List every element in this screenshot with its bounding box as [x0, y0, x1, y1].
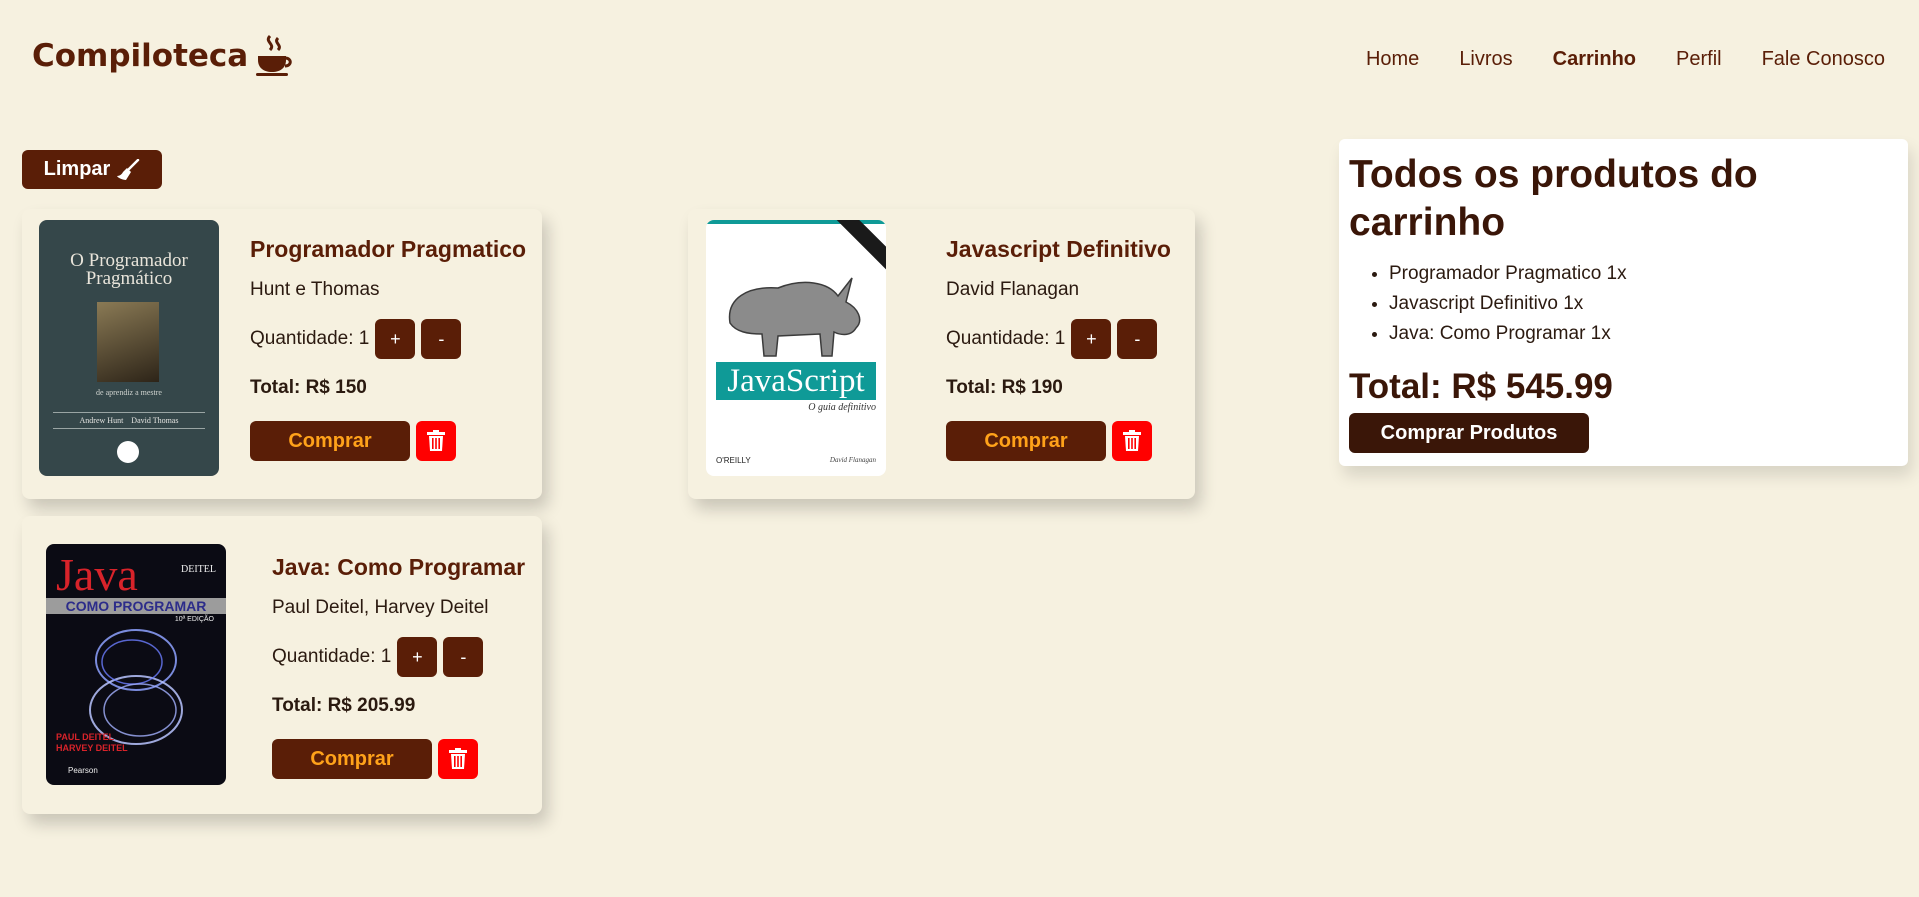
quantity-row: Quantidade: 1 + -	[946, 319, 1171, 359]
summary-total: Total: R$ 545.99	[1349, 367, 1613, 406]
cart-item-card: JavaScript O guia definitivo O'REILLY Da…	[688, 209, 1195, 499]
delete-item-button[interactable]	[416, 421, 456, 461]
cart-item-card: Java DEITEL COMO PROGRAMAR 10ª EDIÇÃO PA…	[22, 516, 542, 814]
cover-subtitle: COMO PROGRAMAR	[65, 598, 207, 614]
cart-item-card: O Programador Pragmático de aprendiz a m…	[22, 209, 542, 499]
book-author: Hunt e Thomas	[250, 279, 380, 300]
buy-button[interactable]: Comprar	[250, 421, 410, 461]
quantity-row: Quantidade: 1 + -	[250, 319, 526, 359]
cover-image	[97, 302, 159, 382]
summary-list-item: Javascript Definitivo 1x	[1389, 289, 1908, 319]
clear-cart-button[interactable]: Limpar	[22, 150, 162, 189]
quantity-row: Quantidade: 1 + -	[272, 637, 525, 677]
coffee-cup-icon	[256, 34, 292, 76]
cover-authors: PAUL DEITEL HARVEY DEITEL	[56, 732, 128, 753]
book-title: Javascript Definitivo	[946, 236, 1171, 262]
cart-summary: Todos os produtos do carrinho Programado…	[1339, 139, 1908, 466]
nav-perfil[interactable]: Perfil	[1676, 48, 1722, 71]
book-cover: O Programador Pragmático de aprendiz a m…	[39, 220, 219, 476]
cover-publisher: Pearson	[68, 766, 98, 775]
cover-subtitle: O guia definitivo	[808, 402, 876, 413]
delete-item-button[interactable]	[1112, 421, 1152, 461]
quantity-label: Quantidade: 1	[946, 328, 1066, 349]
increase-quantity-button[interactable]: +	[1071, 319, 1112, 359]
book-author: David Flanagan	[946, 279, 1080, 300]
trash-icon	[1123, 430, 1141, 451]
summary-list-item: Java: Como Programar 1x	[1389, 319, 1908, 349]
cover-title: Java	[56, 549, 138, 600]
cover-divider	[53, 428, 205, 429]
quantity-label: Quantidade: 1	[272, 646, 392, 667]
decrease-quantity-button[interactable]: -	[421, 319, 462, 359]
main-nav: Home Livros Carrinho Perfil Fale Conosco	[1366, 48, 1885, 71]
decrease-quantity-button[interactable]: -	[1117, 319, 1158, 359]
nav-fale-conosco[interactable]: Fale Conosco	[1762, 48, 1885, 71]
cover-title: O Programador Pragmático	[70, 250, 188, 289]
item-actions: Comprar	[250, 421, 526, 461]
cover-subtitle: de aprendiz a mestre	[96, 388, 162, 397]
item-total: Total: R$ 205.99	[272, 695, 416, 716]
delete-item-button[interactable]	[438, 739, 478, 779]
item-actions: Comprar	[946, 421, 1171, 461]
increase-quantity-button[interactable]: +	[397, 637, 438, 677]
item-total: Total: R$ 190	[946, 377, 1063, 398]
logo-text: Compiloteca	[32, 38, 249, 74]
book-cover: JavaScript O guia definitivo O'REILLY Da…	[706, 220, 886, 476]
book-title: Programador Pragmatico	[250, 236, 527, 262]
cover-publisher: O'REILLY	[716, 456, 751, 465]
cover-authors: Andrew Hunt David Thomas	[79, 416, 179, 425]
summary-list: Programador Pragmatico 1x Javascript Def…	[1339, 259, 1908, 349]
trash-icon	[449, 748, 467, 769]
book-title: Java: Como Programar	[272, 554, 526, 580]
nav-carrinho[interactable]: Carrinho	[1553, 48, 1636, 71]
summary-list-item: Programador Pragmatico 1x	[1389, 259, 1908, 289]
summary-heading: Todos os produtos do carrinho	[1349, 153, 1758, 244]
cover-divider	[53, 412, 205, 413]
nav-home[interactable]: Home	[1366, 48, 1419, 71]
item-total: Total: R$ 150	[250, 377, 367, 398]
decrease-quantity-button[interactable]: -	[443, 637, 484, 677]
buy-all-button[interactable]: Comprar Produtos	[1349, 413, 1589, 453]
cover-author: David Flanagan	[829, 456, 876, 464]
clear-cart-label: Limpar	[43, 158, 111, 180]
broom-icon	[117, 158, 140, 180]
buy-button[interactable]: Comprar	[272, 739, 432, 779]
cover-corner-banner	[832, 220, 886, 272]
buy-button[interactable]: Comprar	[946, 421, 1106, 461]
cart-item-info: Programador Pragmatico Hunt e Thomas Qua…	[250, 236, 526, 461]
logo[interactable]: Compiloteca	[32, 34, 294, 78]
nav-livros[interactable]: Livros	[1459, 48, 1512, 71]
item-actions: Comprar	[272, 739, 525, 779]
publisher-logo-icon	[117, 441, 139, 463]
trash-icon	[427, 430, 445, 451]
book-cover: Java DEITEL COMO PROGRAMAR 10ª EDIÇÃO PA…	[46, 544, 226, 785]
increase-quantity-button[interactable]: +	[375, 319, 416, 359]
cover-title: JavaScript	[727, 363, 865, 399]
book-author: Paul Deitel, Harvey Deitel	[272, 597, 489, 618]
rhino-illustration	[728, 277, 861, 357]
cover-swirl-illustration	[89, 629, 183, 745]
cart-item-info: Javascript Definitivo David Flanagan Qua…	[946, 236, 1171, 461]
cover-brand: DEITEL	[181, 564, 216, 575]
quantity-label: Quantidade: 1	[250, 328, 370, 349]
cart-item-info: Java: Como Programar Paul Deitel, Harvey…	[272, 554, 525, 779]
